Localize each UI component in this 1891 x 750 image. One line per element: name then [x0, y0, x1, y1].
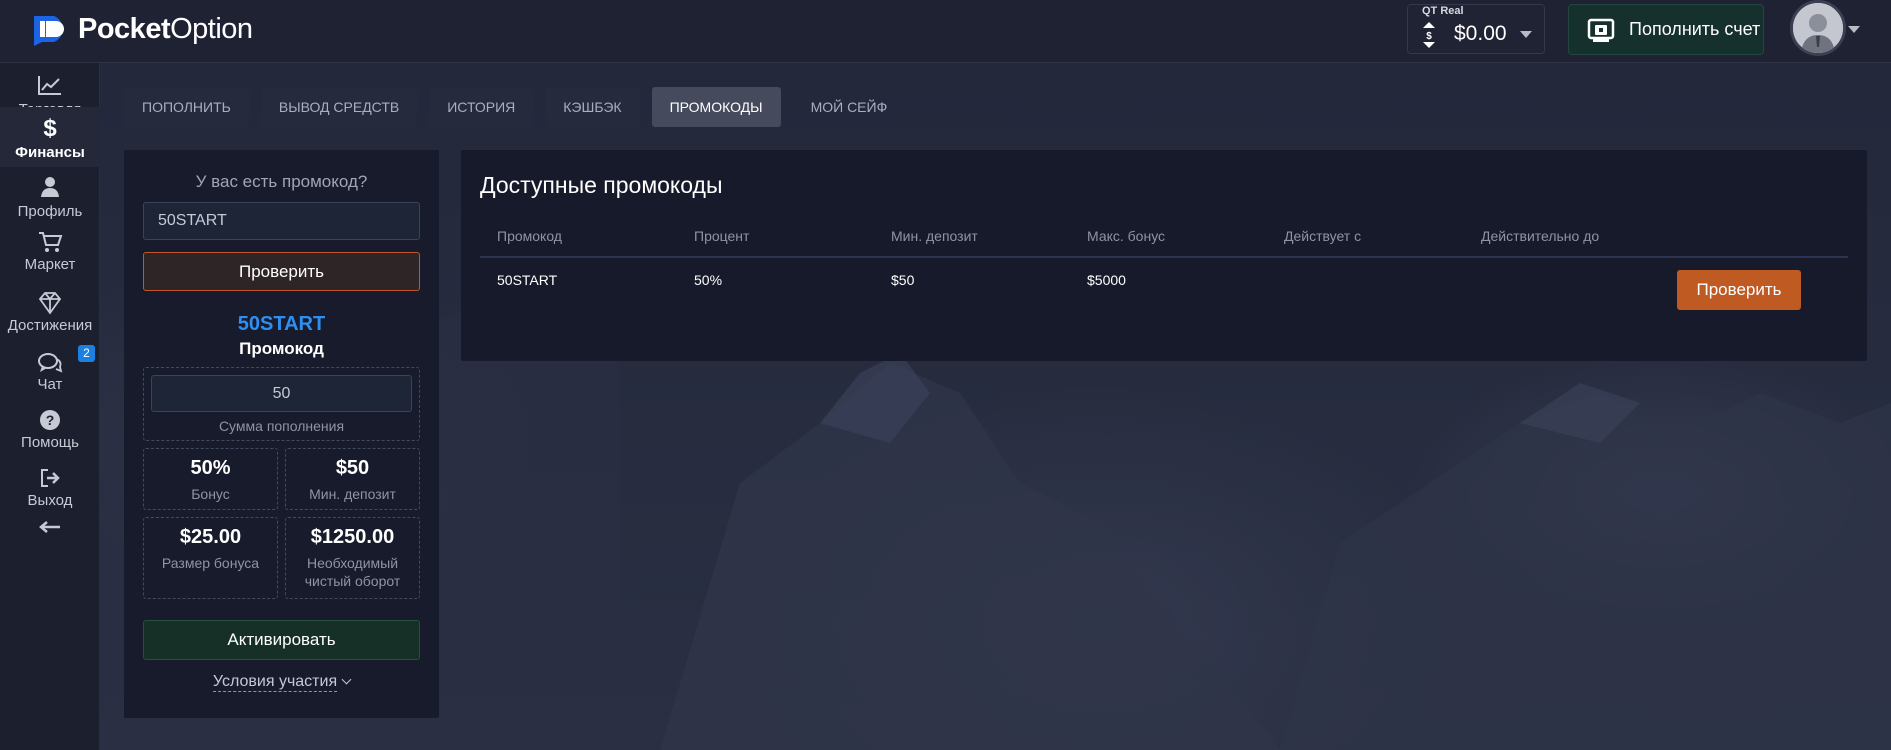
row-min-deposit: $50 [891, 272, 915, 288]
sidebar-collapse-button[interactable] [0, 511, 100, 547]
left-sidebar: Торговля $ Финансы Профиль Маркет Достиж… [0, 63, 100, 750]
chevron-down-icon [1520, 31, 1532, 38]
terms-link[interactable]: Условия участия [124, 673, 439, 692]
sidebar-item-help[interactable]: ? Помощь [0, 403, 100, 461]
sidebar-item-label: Помощь [21, 434, 79, 451]
bonus-label: Бонус [191, 486, 230, 502]
chevron-down-icon [1848, 26, 1860, 33]
wallet-deposit-icon [1587, 17, 1615, 43]
tab-withdraw[interactable]: ВЫВОД СРЕДСТВ [260, 87, 418, 127]
sidebar-item-label: Выход [27, 492, 73, 509]
dollar-icon: $ [36, 115, 64, 142]
tab-promocodes[interactable]: ПРОМОКОДЫ [651, 87, 781, 127]
avatar[interactable] [1790, 0, 1846, 56]
pocket-option-logo-icon [32, 12, 74, 46]
user-icon [36, 175, 64, 199]
available-promocodes-panel: Доступные промокоды Промокод Процент Мин… [461, 150, 1867, 361]
row-max-bonus: $5000 [1087, 272, 1126, 288]
diamond-icon [36, 291, 64, 315]
cart-icon [36, 230, 64, 254]
column-header-valid-from: Действует с [1284, 228, 1362, 244]
check-promocode-button[interactable]: Проверить [143, 252, 420, 291]
row-code: 50START [497, 272, 558, 288]
turnover-stat: $1250.00 Необходимый чистый оборот [285, 517, 420, 599]
chevron-down-icon [341, 674, 352, 685]
sidebar-item-chat[interactable]: 2 Чат [0, 345, 100, 403]
promo-question: У вас есть промокод? [195, 172, 368, 191]
sidebar-item-label: Достижения [7, 317, 93, 334]
logout-icon [36, 466, 64, 490]
promocode-caption: Промокод [239, 339, 324, 358]
arrow-left-icon [36, 519, 64, 543]
updown-dollar-icon: $ [1422, 22, 1436, 48]
sidebar-item-label: Маркет [24, 256, 76, 273]
column-header-valid-to: Действительно до [1481, 228, 1600, 244]
column-header-percent: Процент [694, 228, 750, 244]
deposit-amount-input[interactable] [151, 375, 412, 412]
chat-unread-badge: 2 [78, 345, 95, 362]
sidebar-item-label: Профиль [17, 203, 83, 220]
svg-text:?: ? [46, 412, 55, 428]
deposit-button-label: Пополнить счет [1629, 19, 1761, 39]
sidebar-item-achievements[interactable]: Достижения [0, 283, 100, 341]
deposit-account-button[interactable]: Пополнить счет [1568, 4, 1764, 55]
sidebar-item-label: Финансы [15, 144, 85, 161]
finance-tabs: ПОПОЛНИТЬ ВЫВОД СРЕДСТВ ИСТОРИЯ КЭШБЭК П… [124, 87, 917, 127]
svg-text:$: $ [43, 115, 57, 139]
sidebar-item-profile[interactable]: Профиль [0, 167, 100, 225]
top-header: PocketOption QT Real $ $0.00 Пополнить с… [0, 0, 1891, 63]
sidebar-item-market[interactable]: Маркет [0, 225, 100, 283]
turnover-value: $1250.00 [310, 526, 395, 548]
svg-text:$: $ [1426, 31, 1432, 42]
bonus-size-value: $25.00 [179, 526, 242, 548]
activate-button[interactable]: Активировать [143, 620, 420, 660]
bonus-value: 50% [190, 457, 231, 479]
promocode-display: 50START [237, 313, 326, 335]
help-icon: ? [36, 408, 64, 432]
min-deposit-value: $50 [335, 457, 370, 479]
sidebar-item-finance[interactable]: $ Финансы [0, 107, 100, 167]
column-header-min-deposit: Мин. депозит [891, 228, 978, 244]
terms-link-label[interactable]: Условия участия [212, 673, 338, 692]
tab-deposit[interactable]: ПОПОЛНИТЬ [124, 87, 249, 127]
tab-history[interactable]: ИСТОРИЯ [429, 87, 534, 127]
account-balance-selector[interactable]: QT Real $ $0.00 [1407, 4, 1545, 54]
deposit-amount-label: Сумма пополнения [218, 418, 345, 434]
min-deposit-label: Мин. депозит [309, 486, 396, 502]
chat-icon [36, 351, 64, 375]
sidebar-item-label: Чат [37, 376, 63, 393]
row-check-button[interactable]: Проверить [1677, 270, 1801, 310]
available-promocodes-title: Доступные промокоды [480, 172, 723, 198]
bonus-size-stat: $25.00 Размер бонуса [143, 517, 278, 599]
promocode-input[interactable] [143, 202, 420, 240]
column-header-code: Промокод [497, 228, 562, 244]
row-percent: 50% [694, 272, 723, 288]
column-header-max-bonus: Макс. бонус [1087, 228, 1166, 244]
bonus-size-label: Размер бонуса [161, 555, 260, 571]
logo-text: PocketOption [78, 12, 253, 45]
promocode-form-panel: У вас есть промокод? Проверить 50START П… [124, 150, 439, 718]
user-menu[interactable] [1790, 0, 1860, 58]
tab-my-safe[interactable]: МОЙ СЕЙФ [793, 87, 906, 127]
chart-line-icon [36, 73, 64, 97]
deposit-amount-box: Сумма пополнения [143, 367, 420, 441]
bonus-stat: 50% Бонус [143, 448, 278, 510]
tab-cashback[interactable]: КЭШБЭК [545, 87, 640, 127]
table-divider [480, 256, 1848, 258]
turnover-label: Необходимый чистый оборот [304, 555, 401, 589]
logo[interactable]: PocketOption [32, 12, 253, 46]
account-type-label: QT Real [1422, 5, 1464, 17]
balance-value: $0.00 [1454, 22, 1507, 45]
min-deposit-stat: $50 Мин. депозит [285, 448, 420, 510]
